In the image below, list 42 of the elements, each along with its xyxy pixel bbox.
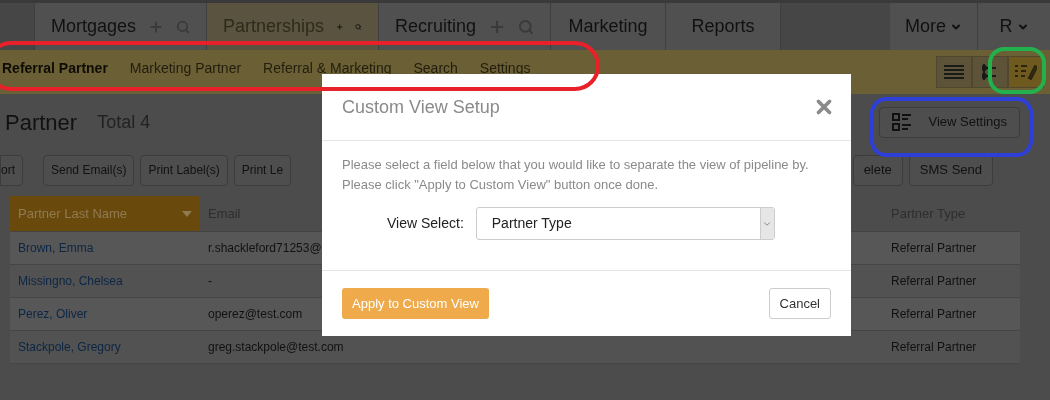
more-menu[interactable]: More <box>890 3 978 50</box>
action-button[interactable]: Send Email(s) <box>43 154 135 186</box>
table-cell-text: Referral Partner <box>890 339 978 356</box>
modal-title: Custom View Setup <box>342 95 500 119</box>
view-select-dropdown[interactable]: Partner Type <box>475 207 775 240</box>
nav-tab[interactable]: Mortgages <box>35 3 207 50</box>
view-settings-button[interactable]: View Settings <box>879 106 1020 138</box>
partner-name-link[interactable]: Missingno, Chelsea <box>10 272 131 290</box>
nav-tab[interactable]: Marketing <box>551 3 666 50</box>
modal-description: Please select a field below that you would like to separate the view of pipeline by. Please click "Apply to Custom View" button once done. <box>342 156 810 194</box>
view-toggle[interactable] <box>936 56 972 88</box>
action-button[interactable]: Print Le <box>233 154 292 186</box>
list-icon <box>944 64 964 80</box>
nav-tab[interactable]: Reports <box>666 3 781 50</box>
apply-button[interactable]: Apply to Custom View <box>342 288 489 319</box>
subnav-tab[interactable]: Referral Partner <box>2 57 108 79</box>
table-cell-text: Referral Partner <box>890 306 978 323</box>
table-cell-text: Referral Partner <box>890 240 978 257</box>
table-cell-text: - <box>207 273 213 290</box>
view-toggle[interactable] <box>1008 56 1044 88</box>
select-label: View Select: <box>387 214 464 233</box>
table-cell-text: greg.stackpole@test.com <box>207 339 345 356</box>
action-button[interactable]: ort <box>0 154 23 186</box>
list-edit-icon <box>1015 63 1037 81</box>
action-button[interactable]: Print Label(s) <box>140 154 228 186</box>
column-header[interactable]: Partner Last Name <box>10 196 200 231</box>
subnav-tab[interactable]: Marketing Partner <box>129 57 242 79</box>
table-cell-text: r.shackleford71253@ <box>207 240 323 257</box>
action-button[interactable]: elete <box>852 154 903 186</box>
sort-caret-icon <box>182 210 192 217</box>
table-cell-text: operez@test.com <box>207 306 304 323</box>
timeline-icon <box>982 63 998 81</box>
nav-tab[interactable]: Recruiting <box>379 3 551 50</box>
view-settings-icon <box>892 113 913 131</box>
partner-name-link[interactable]: Perez, Oliver <box>10 305 96 323</box>
partner-name-link[interactable]: Brown, Emma <box>10 239 102 257</box>
page-title: Partner <box>5 108 78 137</box>
table-cell-text: Referral Partner <box>890 273 978 290</box>
cancel-button[interactable]: Cancel <box>768 288 831 319</box>
view-toggle[interactable] <box>972 56 1008 88</box>
partner-name-link[interactable]: Stackpole, Gregory <box>10 338 129 356</box>
user-menu[interactable]: R <box>978 3 1050 50</box>
